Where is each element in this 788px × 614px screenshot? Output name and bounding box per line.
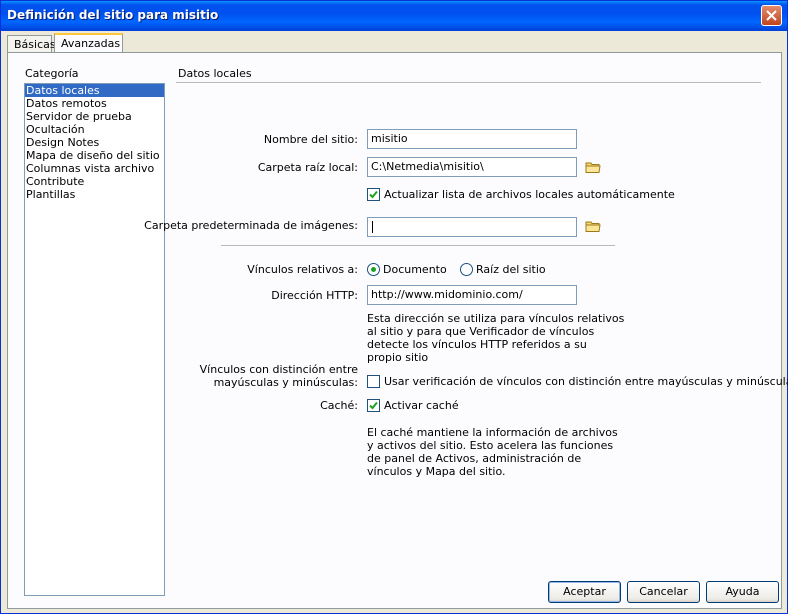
radio-site-root[interactable] bbox=[460, 263, 473, 276]
ok-button[interactable]: Aceptar bbox=[548, 581, 621, 603]
category-item-datos-remotos[interactable]: Datos remotos bbox=[25, 97, 164, 110]
cache-help-line: y activos del sitio. Esto acelera las fu… bbox=[367, 439, 614, 452]
tab-basicas[interactable]: Básicas bbox=[7, 35, 56, 52]
text-caret bbox=[372, 221, 373, 233]
cache-help-text: El caché mantiene la información de arch… bbox=[367, 426, 618, 478]
radio-document-label: Documento bbox=[383, 263, 447, 276]
radio-selected-dot bbox=[371, 267, 376, 272]
cancel-button[interactable]: Cancelar bbox=[627, 581, 700, 603]
title-bar[interactable]: Definición del sitio para misitio bbox=[1, 1, 787, 31]
cache-label: Caché: bbox=[320, 399, 358, 412]
http-help-line: Esta dirección se utiliza para vínculos … bbox=[367, 312, 625, 325]
relative-links-label: Vínculos relativos a: bbox=[247, 263, 358, 276]
case-links-label-line1: Vínculos con distinción entre bbox=[199, 363, 358, 376]
close-icon bbox=[766, 10, 777, 21]
folder-icon[interactable] bbox=[585, 160, 601, 174]
site-definition-dialog: Definición del sitio para misitio Básica… bbox=[0, 0, 788, 614]
check-icon bbox=[369, 401, 378, 410]
images-folder-label: Carpeta predeterminada de imágenes: bbox=[144, 219, 358, 232]
tab-panel-avanzadas: Categoría Datos locales Datos remotos Se… bbox=[7, 52, 788, 609]
cache-checkbox[interactable] bbox=[367, 399, 380, 412]
auto-refresh-label: Actualizar lista de archivos locales aut… bbox=[384, 188, 675, 201]
cache-help-line: de panel de Activos, administración de bbox=[367, 452, 582, 465]
root-folder-input[interactable]: C:\Netmedia\misitio\ bbox=[367, 157, 577, 177]
category-item-servidor-de-prueba[interactable]: Servidor de prueba bbox=[25, 110, 164, 123]
http-help-line: al sitio y para que Verificador de víncu… bbox=[367, 325, 595, 338]
form-divider bbox=[221, 245, 615, 247]
tab-avanzadas[interactable]: Avanzadas bbox=[54, 33, 123, 52]
section-divider bbox=[176, 82, 761, 84]
radio-site-root-label: Raíz del sitio bbox=[476, 263, 546, 276]
case-links-checkbox-label: Usar verificación de vínculos con distin… bbox=[384, 375, 788, 388]
category-item-ocultacion[interactable]: Ocultación bbox=[25, 123, 164, 136]
auto-refresh-checkbox[interactable] bbox=[367, 188, 380, 201]
check-icon bbox=[369, 190, 378, 199]
http-help-line: propio sitio bbox=[367, 351, 429, 364]
root-folder-label: Carpeta raíz local: bbox=[257, 161, 358, 174]
images-folder-input[interactable] bbox=[367, 217, 577, 237]
category-list[interactable]: Datos locales Datos remotos Servidor de … bbox=[24, 83, 165, 596]
radio-document[interactable] bbox=[367, 263, 380, 276]
site-name-input[interactable]: misitio bbox=[367, 129, 577, 149]
category-item-design-notes[interactable]: Design Notes bbox=[25, 136, 164, 149]
section-title: Datos locales bbox=[178, 67, 252, 80]
help-button[interactable]: Ayuda bbox=[706, 581, 779, 603]
http-address-input[interactable]: http://www.midominio.com/ bbox=[367, 285, 577, 305]
folder-icon[interactable] bbox=[585, 219, 601, 233]
site-name-label: Nombre del sitio: bbox=[263, 133, 358, 146]
category-item-plantillas[interactable]: Plantillas bbox=[25, 188, 164, 201]
http-help-text: Esta dirección se utiliza para vínculos … bbox=[367, 312, 624, 364]
case-links-checkbox[interactable] bbox=[367, 375, 380, 388]
case-links-label-line2: mayúsculas y minúsculas: bbox=[213, 376, 358, 389]
cache-checkbox-label: Activar caché bbox=[384, 399, 459, 412]
cache-help-line: vínculos y Mapa del sitio. bbox=[367, 465, 506, 478]
cache-help-line: El caché mantiene la información de arch… bbox=[367, 426, 618, 439]
http-help-line: detecte los vínculos HTTP referidos a su bbox=[367, 338, 587, 351]
category-item-contribute[interactable]: Contribute bbox=[25, 175, 164, 188]
http-address-label: Dirección HTTP: bbox=[271, 289, 358, 302]
close-button[interactable] bbox=[761, 5, 782, 26]
window-title: Definición del sitio para misitio bbox=[7, 8, 219, 22]
category-item-columnas-vista[interactable]: Columnas vista archivo bbox=[25, 162, 164, 175]
category-item-datos-locales[interactable]: Datos locales bbox=[25, 84, 164, 97]
category-label: Categoría bbox=[25, 67, 79, 80]
category-item-mapa-diseno[interactable]: Mapa de diseño del sitio bbox=[25, 149, 164, 162]
